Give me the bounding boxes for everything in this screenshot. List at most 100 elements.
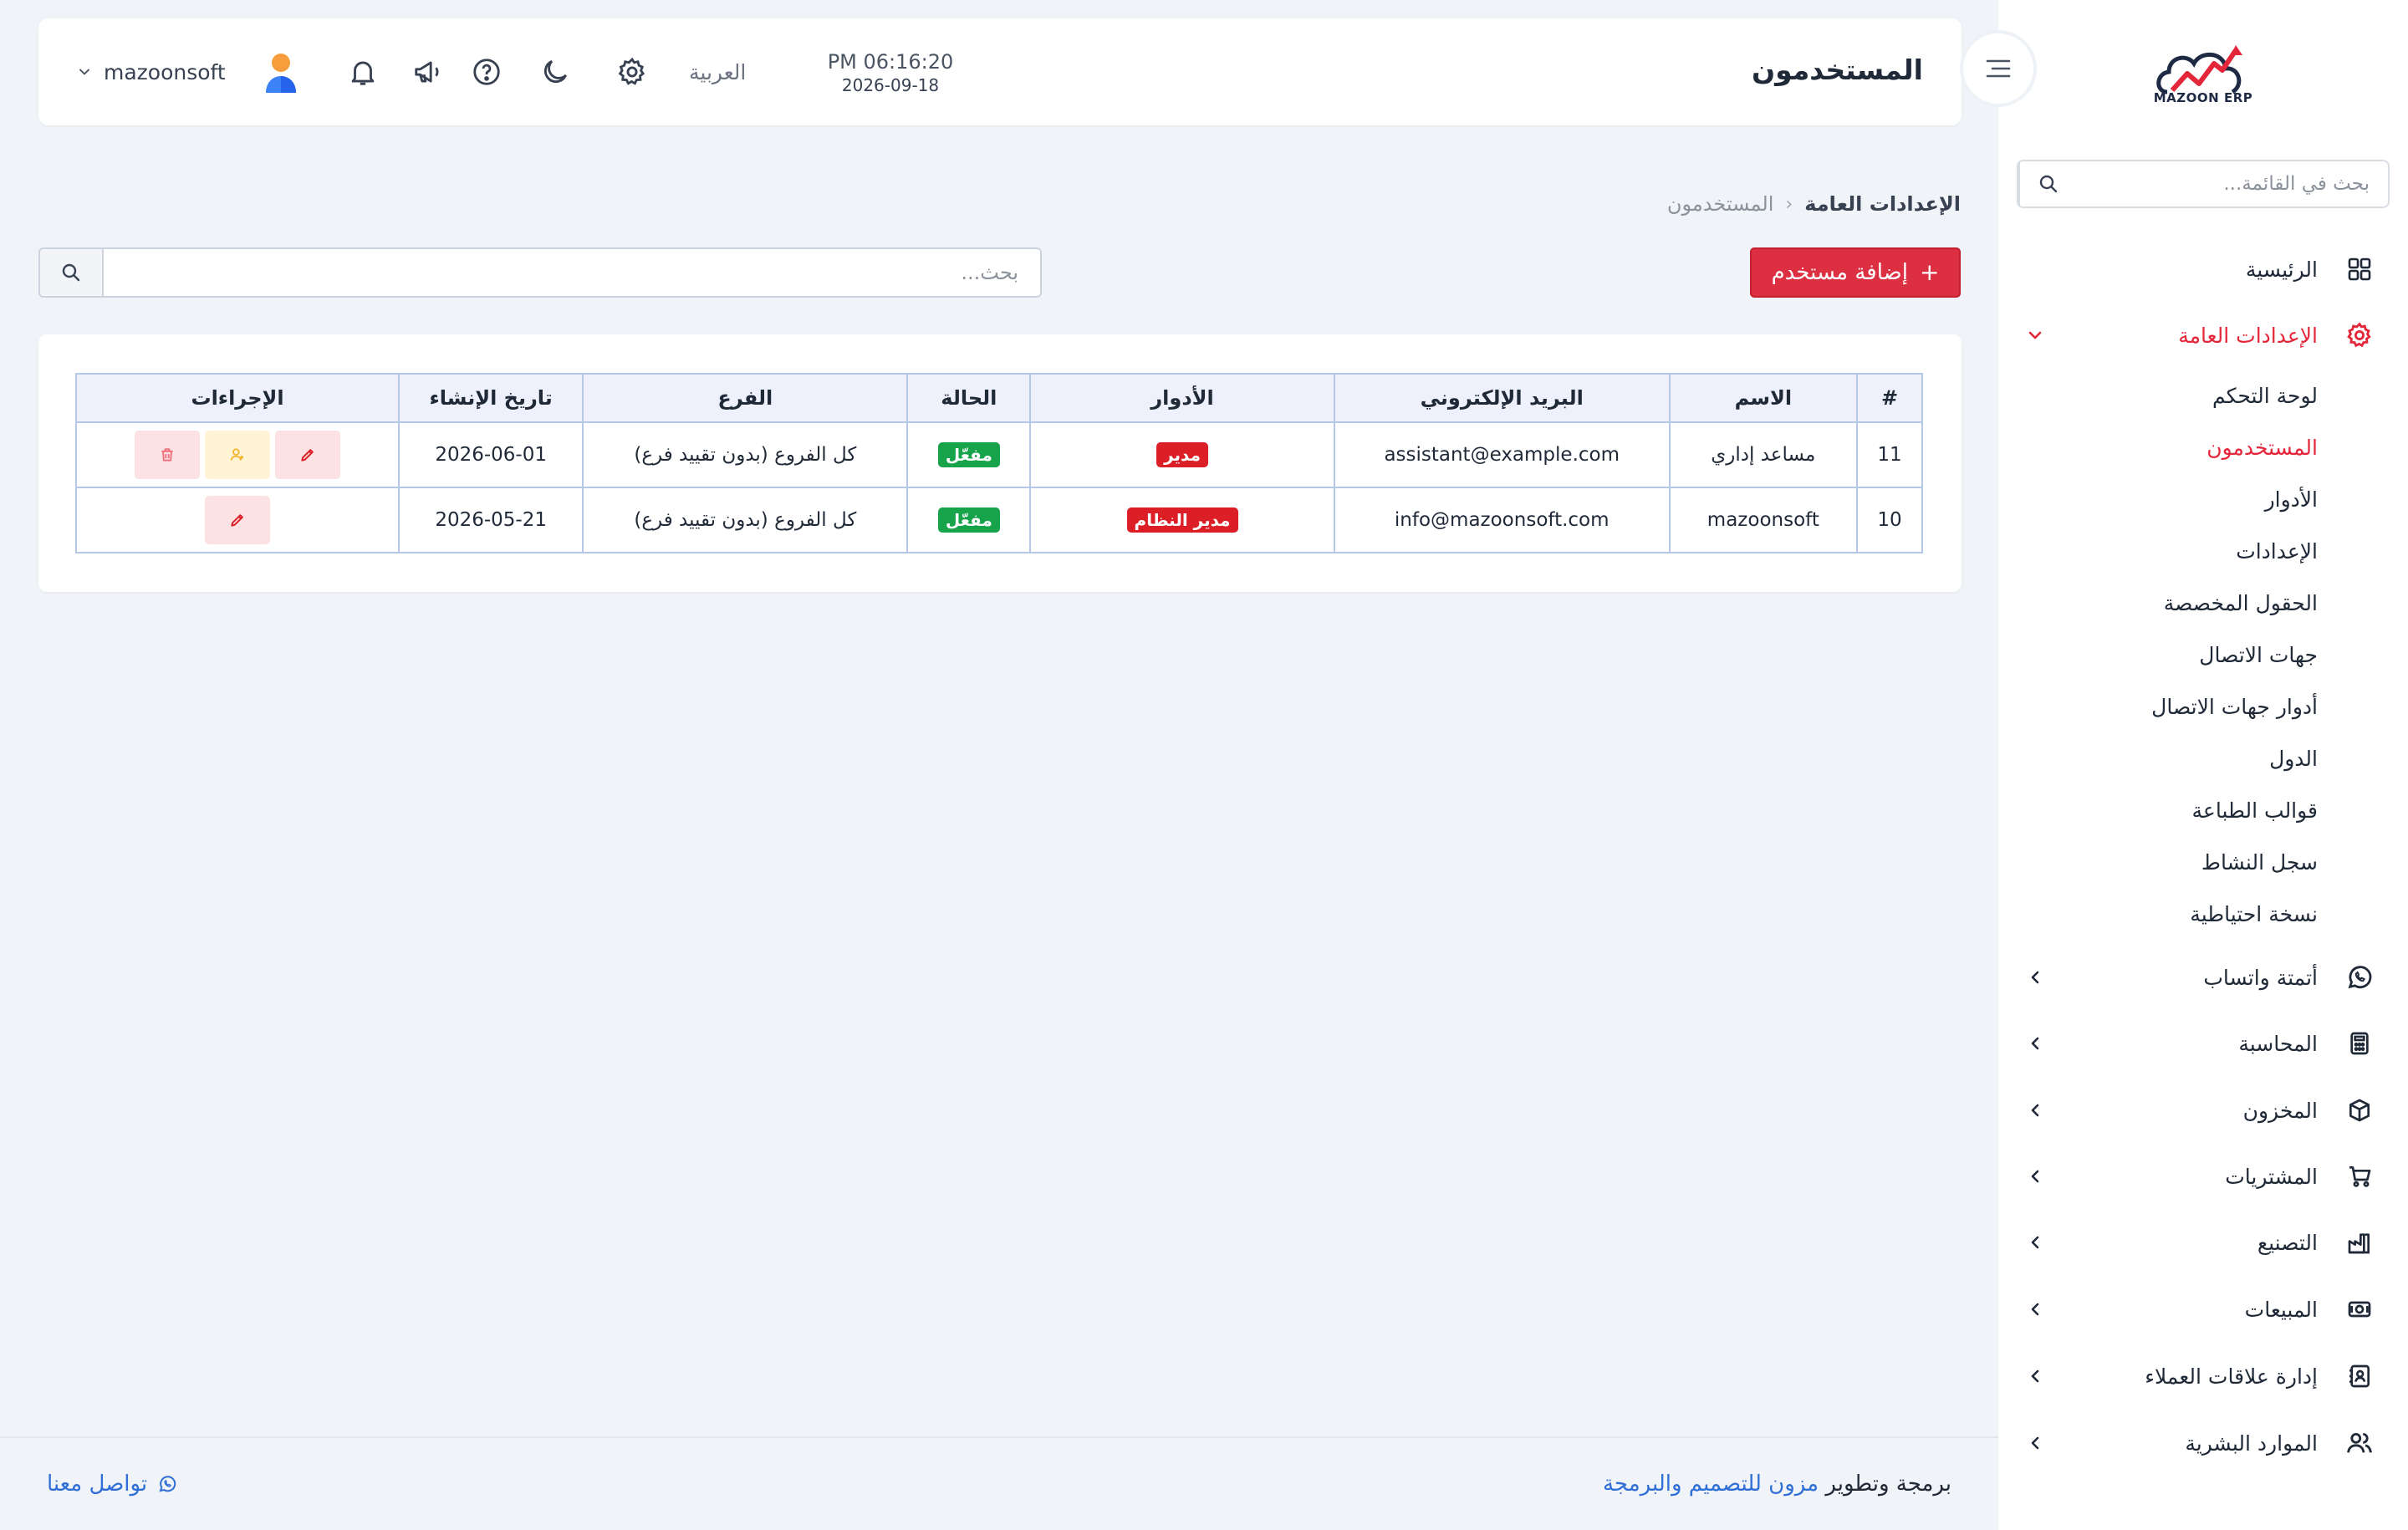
sidebar-item-label: الموارد البشرية: [2185, 1431, 2318, 1456]
cell-roles: مدير: [1029, 421, 1335, 488]
box-icon: [2344, 1095, 2375, 1125]
column-header[interactable]: الحالة: [906, 373, 1032, 423]
breadcrumb-current: المستخدمون: [1666, 192, 1774, 216]
sidebar-item-purchases[interactable]: المشتريات: [1998, 1151, 2408, 1201]
grid-icon: [2344, 254, 2375, 284]
cell-actions: [74, 487, 400, 553]
footer: برمجة وتطوير مزون للتصميم والبرمجة تواصل…: [0, 1436, 1998, 1530]
whatsapp-icon: [2344, 962, 2375, 992]
sidebar-item-label: المبيعات: [2244, 1297, 2318, 1322]
user-role-button[interactable]: [205, 431, 271, 479]
table-row: 10 mazoonsoft info@mazoonsoft.com مدير ا…: [74, 487, 1923, 553]
chevron-left-icon: [2023, 1431, 2047, 1455]
language-switch[interactable]: العربية: [689, 60, 746, 84]
search-input[interactable]: [104, 249, 1040, 296]
column-header: الإجراءات: [74, 373, 400, 423]
gear-icon: [2344, 320, 2375, 350]
role-badge: مدير النظام: [1126, 507, 1238, 533]
subitem-users[interactable]: المستخدمون: [2206, 431, 2318, 465]
column-header[interactable]: الأدوار: [1029, 373, 1335, 423]
column-header[interactable]: تاريخ الإنشاء: [398, 373, 584, 423]
sidebar: MAZOON ERP الرئيسية الإعدادات العامة لوح…: [1998, 0, 2408, 1530]
subitem-settings[interactable]: الإعدادات: [2236, 535, 2318, 569]
cash-icon: [2344, 1294, 2375, 1324]
moon-icon[interactable]: [537, 54, 574, 90]
sidebar-item-label: إدارة علاقات العملاء: [2145, 1364, 2318, 1389]
sidebar-item-label: الرئيسية: [2245, 257, 2318, 282]
breadcrumb: الإعدادات العامة ‹ المستخدمون: [1667, 192, 1961, 216]
page-title: المستخدمون: [1751, 54, 1923, 86]
subitem-dashboard[interactable]: لوحة التحكم: [2212, 380, 2318, 413]
cell-status: مفعّل: [906, 421, 1032, 488]
calculator-icon: [2344, 1028, 2375, 1058]
sidebar-item-sales[interactable]: المبيعات: [1998, 1284, 2408, 1334]
cell-email: info@mazoonsoft.com: [1333, 487, 1671, 553]
subitem-contacts[interactable]: جهات الاتصال: [2199, 639, 2318, 672]
help-icon[interactable]: [468, 54, 505, 90]
delete-button[interactable]: [135, 431, 201, 479]
chevron-left-icon: [2023, 966, 2047, 989]
search-icon: [61, 263, 81, 283]
sidebar-item-label: المخزون: [2242, 1098, 2318, 1123]
sidebar-item-manufacturing[interactable]: التصنيع: [1998, 1217, 2408, 1267]
column-header[interactable]: البريد الإلكتروني: [1333, 373, 1671, 423]
subitem-print-templates[interactable]: قوالب الطباعة: [2192, 794, 2318, 828]
subitem-contact-roles[interactable]: أدوار جهات الاتصال: [2151, 691, 2318, 724]
cell-branch: كل الفروع (بدون تقييد فرع): [582, 421, 909, 488]
sidebar-search-input[interactable]: [2077, 161, 2388, 207]
cell-id: 11: [1856, 421, 1923, 488]
subitem-activity-log[interactable]: سجل النشاط: [2201, 846, 2318, 880]
factory-icon: [2344, 1227, 2375, 1257]
user-menu[interactable]: mazoonsoft: [77, 54, 299, 93]
cell-branch: كل الفروع (بدون تقييد فرع): [582, 487, 909, 553]
menu-toggle-button[interactable]: [1960, 30, 2037, 107]
chevron-down-icon: [2023, 324, 2047, 347]
cell-status: مفعّل: [906, 487, 1032, 553]
column-header[interactable]: الفرع: [582, 373, 909, 423]
username: mazoonsoft: [104, 59, 226, 84]
subitem-countries[interactable]: الدول: [2269, 742, 2318, 776]
chevron-left-icon: [2023, 1165, 2047, 1188]
subitem-backup[interactable]: نسخة احتياطية: [2190, 898, 2318, 931]
edit-button[interactable]: [205, 496, 271, 544]
contact-link[interactable]: تواصل معنا: [47, 1471, 177, 1497]
users-icon: [2344, 1428, 2375, 1458]
sidebar-search: [2017, 160, 2390, 208]
megaphone-icon[interactable]: [410, 54, 446, 90]
cart-icon: [2344, 1161, 2375, 1191]
cell-id: 10: [1856, 487, 1923, 553]
breadcrumb-parent[interactable]: الإعدادات العامة: [1804, 192, 1961, 216]
subitem-roles[interactable]: الأدوار: [2265, 483, 2318, 517]
search-button[interactable]: [40, 249, 104, 296]
table-header-row: # الاسم البريد الإلكتروني الأدوار الحالة…: [74, 373, 1923, 423]
credit-link[interactable]: مزون للتصميم والبرمجة: [1603, 1471, 1819, 1497]
chevron-left-icon: [2023, 1032, 2047, 1055]
clock: PM 06:16:20 2026-09-18: [794, 50, 987, 95]
chevron-down-icon: [77, 64, 92, 79]
subitem-custom-fields[interactable]: الحقول المخصصة: [2164, 587, 2318, 620]
search-icon[interactable]: [2018, 161, 2077, 207]
cell-actions: [74, 421, 400, 488]
column-header[interactable]: الاسم: [1668, 373, 1859, 423]
chevron-left-icon: [2023, 1099, 2047, 1122]
bell-icon[interactable]: [344, 54, 381, 90]
gear-icon[interactable]: [614, 54, 650, 90]
sidebar-item-general-settings[interactable]: الإعدادات العامة: [1998, 310, 2408, 360]
cell-created: 2026-06-01: [398, 421, 584, 488]
sidebar-item-hr[interactable]: الموارد البشرية: [1998, 1418, 2408, 1468]
table-row: 11 مساعد إداري assistant@example.com مدي…: [74, 421, 1923, 488]
sidebar-item-accounting[interactable]: المحاسبة: [1998, 1018, 2408, 1068]
clock-time: PM 06:16:20: [827, 50, 954, 74]
sidebar-item-crm[interactable]: إدارة علاقات العملاء: [1998, 1351, 2408, 1401]
users-search: [38, 247, 1042, 298]
column-header[interactable]: #: [1856, 373, 1923, 423]
add-user-button[interactable]: + إضافة مستخدم: [1750, 247, 1961, 298]
top-header: المستخدمون PM 06:16:20 2026-09-18 العربي…: [38, 18, 1962, 125]
sidebar-item-label: الإعدادات العامة: [2178, 323, 2318, 348]
clock-date: 2026-09-18: [841, 75, 940, 95]
edit-button[interactable]: [275, 431, 341, 479]
sidebar-item-home[interactable]: الرئيسية: [1998, 244, 2408, 294]
sidebar-item-whatsapp[interactable]: أتمتة واتساب: [1998, 952, 2408, 1002]
sidebar-item-inventory[interactable]: المخزون: [1998, 1085, 2408, 1135]
sidebar-item-label: المحاسبة: [2238, 1031, 2318, 1056]
